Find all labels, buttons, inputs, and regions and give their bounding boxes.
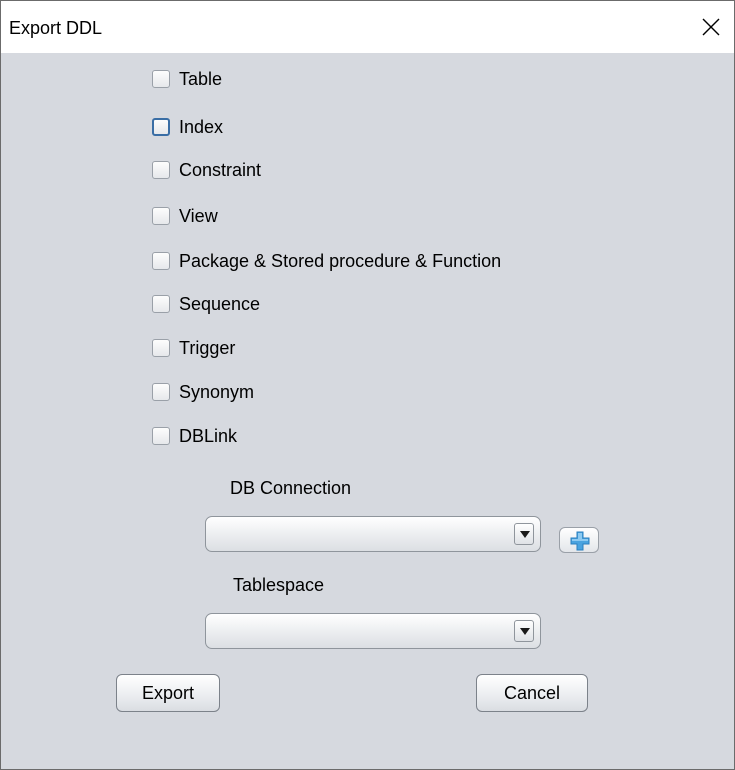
- option-constraint[interactable]: Constraint: [152, 158, 261, 182]
- chevron-down-icon: [520, 628, 530, 635]
- db-connection-label: DB Connection: [230, 478, 352, 498]
- option-view[interactable]: View: [152, 204, 218, 228]
- tablespace-dropdown-button[interactable]: [514, 620, 534, 642]
- plus-icon: [570, 531, 590, 551]
- tablespace-label: Tablespace: [233, 575, 325, 595]
- table-checkbox[interactable]: [152, 70, 170, 88]
- option-synonym[interactable]: Synonym: [152, 380, 254, 404]
- option-table[interactable]: Table: [152, 67, 222, 91]
- db-connection-select[interactable]: [205, 516, 541, 552]
- cancel-button[interactable]: Cancel: [476, 674, 588, 712]
- view-checkbox[interactable]: [152, 207, 170, 225]
- option-label: DBLink: [179, 425, 238, 446]
- export-ddl-dialog: Export DDL Table Index Constraint View P…: [0, 0, 735, 770]
- option-label: View: [179, 205, 218, 226]
- window-title: Export DDL: [9, 18, 103, 38]
- constraint-checkbox[interactable]: [152, 161, 170, 179]
- export-button[interactable]: Export: [116, 674, 220, 712]
- option-label: Sequence: [179, 293, 261, 314]
- option-label: Index: [179, 116, 224, 137]
- title-bar: Export DDL: [1, 1, 734, 53]
- chevron-down-icon: [520, 531, 530, 538]
- add-connection-button[interactable]: [559, 527, 599, 553]
- sequence-checkbox[interactable]: [152, 295, 170, 313]
- synonym-checkbox[interactable]: [152, 383, 170, 401]
- option-label: Table: [179, 68, 223, 89]
- option-package[interactable]: Package & Stored procedure & Function: [152, 249, 501, 273]
- option-label: Package & Stored procedure & Function: [179, 250, 502, 271]
- option-label: Synonym: [179, 381, 255, 402]
- db-connection-dropdown-button[interactable]: [514, 523, 534, 545]
- option-trigger[interactable]: Trigger: [152, 336, 235, 360]
- option-label: Trigger: [179, 337, 236, 358]
- tablespace-select[interactable]: [205, 613, 541, 649]
- option-label: Constraint: [179, 159, 262, 180]
- option-dblink[interactable]: DBLink: [152, 424, 237, 448]
- dblink-checkbox[interactable]: [152, 427, 170, 445]
- index-checkbox[interactable]: [152, 118, 170, 136]
- option-sequence[interactable]: Sequence: [152, 292, 260, 316]
- package-checkbox[interactable]: [152, 252, 170, 270]
- option-index[interactable]: Index: [152, 115, 223, 139]
- trigger-checkbox[interactable]: [152, 339, 170, 357]
- close-button[interactable]: [688, 1, 734, 53]
- close-icon: [702, 18, 720, 36]
